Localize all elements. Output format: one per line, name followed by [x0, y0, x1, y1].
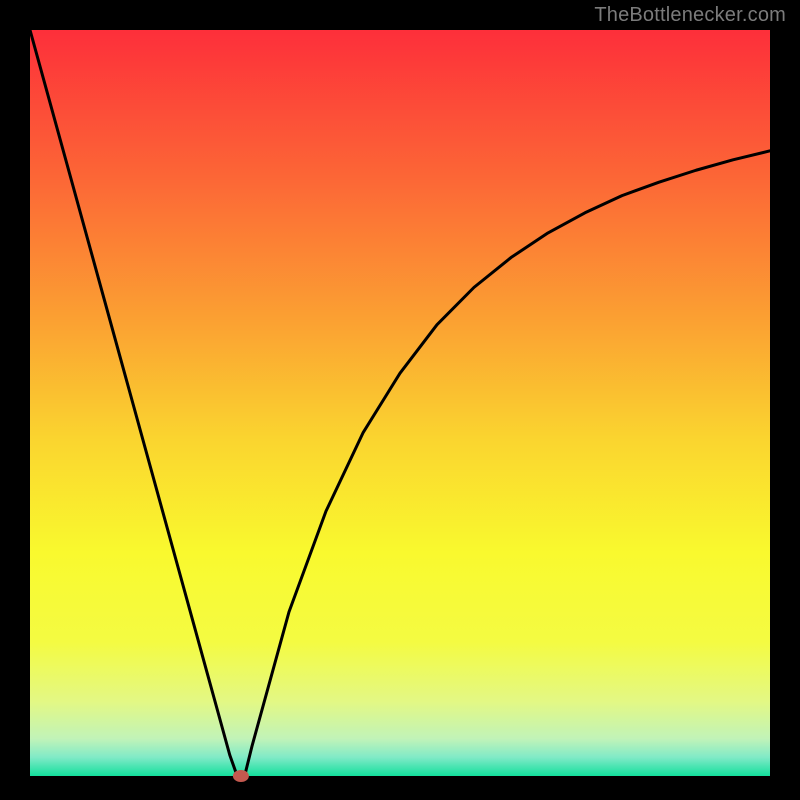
- optimum-marker: [233, 770, 249, 782]
- chart-frame: TheBottlenecker.com: [0, 0, 800, 800]
- plot-background: [30, 30, 770, 776]
- bottleneck-chart: [0, 0, 800, 800]
